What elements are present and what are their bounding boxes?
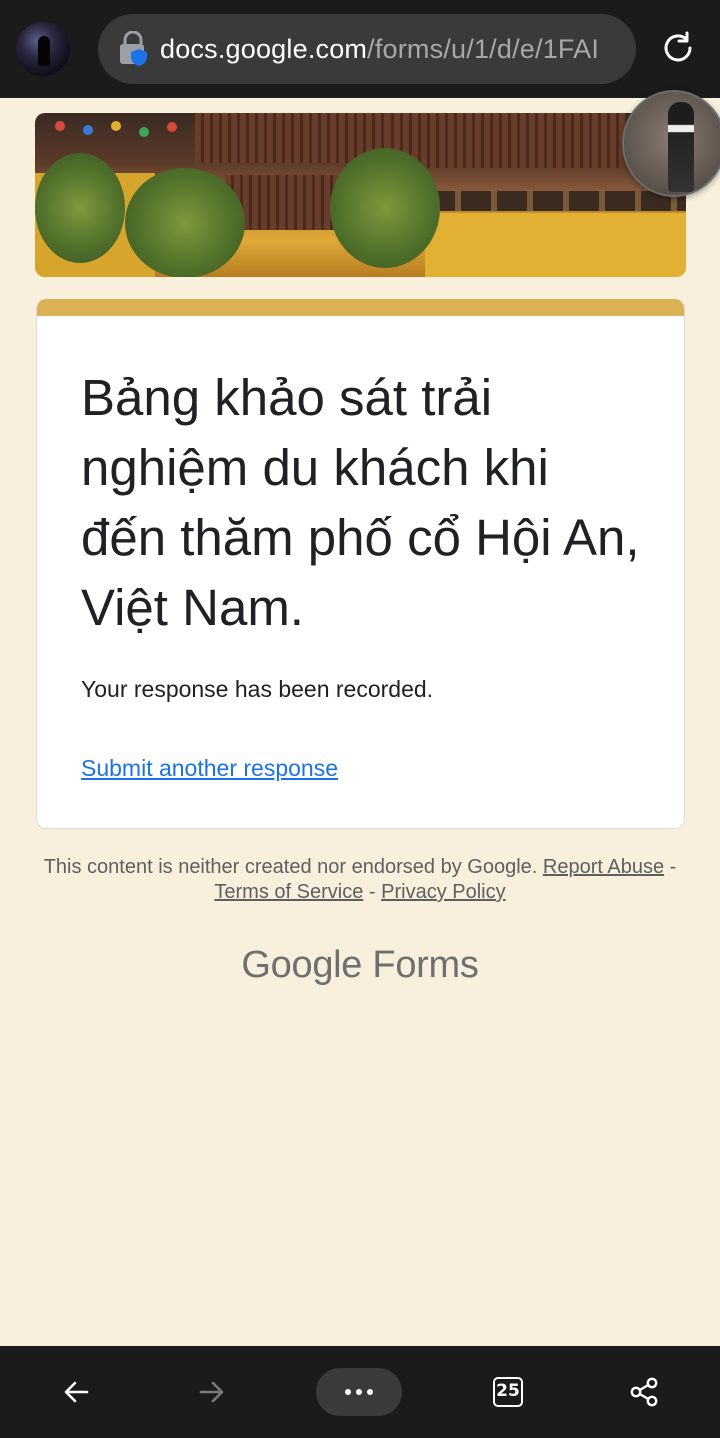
tabs-icon: 25 [493, 1377, 523, 1407]
banner-tree [330, 148, 440, 268]
url-host: docs.google.com [160, 34, 368, 64]
banner-lantern [167, 122, 177, 132]
banner-lantern [55, 121, 65, 131]
reload-icon[interactable] [660, 30, 696, 66]
banner-lantern [111, 121, 121, 131]
profile-avatar[interactable] [16, 22, 70, 76]
form-confirmation-card: Bảng khảo sát trải nghiệm du khách khi đ… [36, 299, 685, 829]
browser-bottom-bar: 25 [0, 1346, 720, 1438]
back-button[interactable] [46, 1346, 106, 1438]
banner-wall [425, 213, 686, 277]
lock-shield-icon[interactable] [117, 31, 151, 67]
share-button[interactable] [614, 1346, 674, 1438]
back-arrow-icon [64, 1381, 89, 1403]
footer-separator: - [368, 881, 376, 903]
report-abuse-link[interactable]: Report Abuse [543, 856, 664, 878]
address-bar[interactable]: docs.google.com/forms/u/1/d/e/1FAI [98, 14, 636, 84]
card-accent-bar [37, 299, 684, 316]
form-header-image [35, 113, 686, 277]
forward-arrow-icon [199, 1381, 224, 1403]
url-text[interactable]: docs.google.com/forms/u/1/d/e/1FAI [160, 14, 599, 84]
disclaimer-text: This content is neither created nor endo… [43, 856, 538, 878]
more-dots-icon [345, 1389, 373, 1395]
submit-another-response-link[interactable]: Submit another response [81, 753, 338, 783]
footer-separator: - [669, 856, 677, 878]
floating-video-bubble[interactable] [622, 90, 720, 197]
banner-tree [125, 168, 245, 277]
privacy-policy-link[interactable]: Privacy Policy [381, 881, 505, 903]
tabs-button[interactable]: 25 [478, 1346, 538, 1438]
browser-top-bar: docs.google.com/forms/u/1/d/e/1FAI [0, 0, 720, 98]
banner-windows [425, 191, 686, 211]
person-figure [668, 102, 694, 192]
menu-button[interactable] [316, 1346, 402, 1438]
banner-roof [385, 113, 625, 168]
forward-button[interactable] [182, 1346, 242, 1438]
google-forms-logo[interactable]: Google Forms [0, 940, 720, 990]
brand-forms: Forms [372, 944, 479, 986]
banner-tree [35, 153, 125, 263]
share-icon [630, 1377, 658, 1407]
terms-of-service-link[interactable]: Terms of Service [214, 881, 363, 903]
url-path: /forms/u/1/d/e/1FAI [367, 34, 600, 64]
banner-lantern [139, 127, 149, 137]
menu-pill[interactable] [316, 1368, 402, 1416]
form-title: Bảng khảo sát trải nghiệm du khách khi đ… [81, 369, 640, 636]
response-recorded-message: Your response has been recorded. [81, 676, 434, 702]
brand-google: Google [241, 944, 363, 986]
banner-lantern [83, 125, 93, 135]
footer-disclaimer: This content is neither created nor endo… [40, 855, 680, 905]
